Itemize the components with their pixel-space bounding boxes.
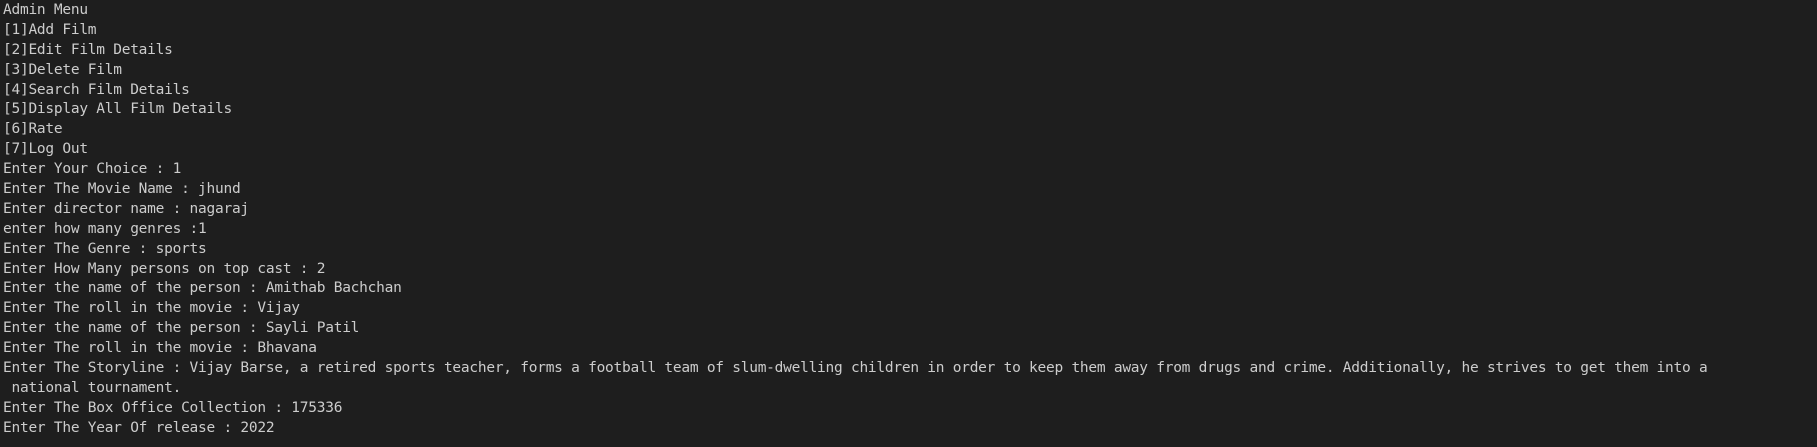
menu-option-add-film: [1]Add Film bbox=[3, 21, 97, 38]
menu-option-rate: [6]Rate bbox=[3, 121, 63, 138]
prompt-cast-count: Enter How Many persons on top cast : 2 bbox=[3, 260, 326, 277]
menu-option-log-out: [7]Log Out bbox=[3, 141, 88, 158]
prompt-cast-name-2: Enter the name of the person : Sayli Pat… bbox=[3, 320, 360, 337]
prompt-cast-name-1: Enter the name of the person : Amithab B… bbox=[3, 280, 402, 297]
menu-option-edit-film: [2]Edit Film Details bbox=[3, 41, 173, 58]
terminal-output: Admin Menu [1]Add Film [2]Edit Film Deta… bbox=[0, 0, 1817, 447]
prompt-cast-role-1: Enter The roll in the movie : Vijay bbox=[3, 300, 300, 317]
prompt-genre-count: enter how many genres :1 bbox=[3, 220, 207, 237]
prompt-box-office: Enter The Box Office Collection : 175336 bbox=[3, 399, 343, 416]
prompt-release-year: Enter The Year Of release : 2022 bbox=[3, 419, 275, 436]
prompt-storyline: Enter The Storyline : Vijay Barse, a ret… bbox=[3, 360, 1708, 377]
menu-option-display-all: [5]Display All Film Details bbox=[3, 101, 232, 118]
prompt-movie-name: Enter The Movie Name : jhund bbox=[3, 181, 241, 198]
prompt-choice: Enter Your Choice : 1 bbox=[3, 161, 182, 178]
menu-option-search-film: [4]Search Film Details bbox=[3, 81, 190, 98]
prompt-director: Enter director name : nagaraj bbox=[3, 200, 249, 217]
prompt-storyline-wrap: national tournament. bbox=[3, 379, 182, 396]
menu-option-delete-film: [3]Delete Film bbox=[3, 61, 122, 78]
prompt-genre: Enter The Genre : sports bbox=[3, 240, 207, 257]
prompt-cast-role-2: Enter The roll in the movie : Bhavana bbox=[3, 340, 317, 357]
menu-title: Admin Menu bbox=[3, 2, 88, 18]
